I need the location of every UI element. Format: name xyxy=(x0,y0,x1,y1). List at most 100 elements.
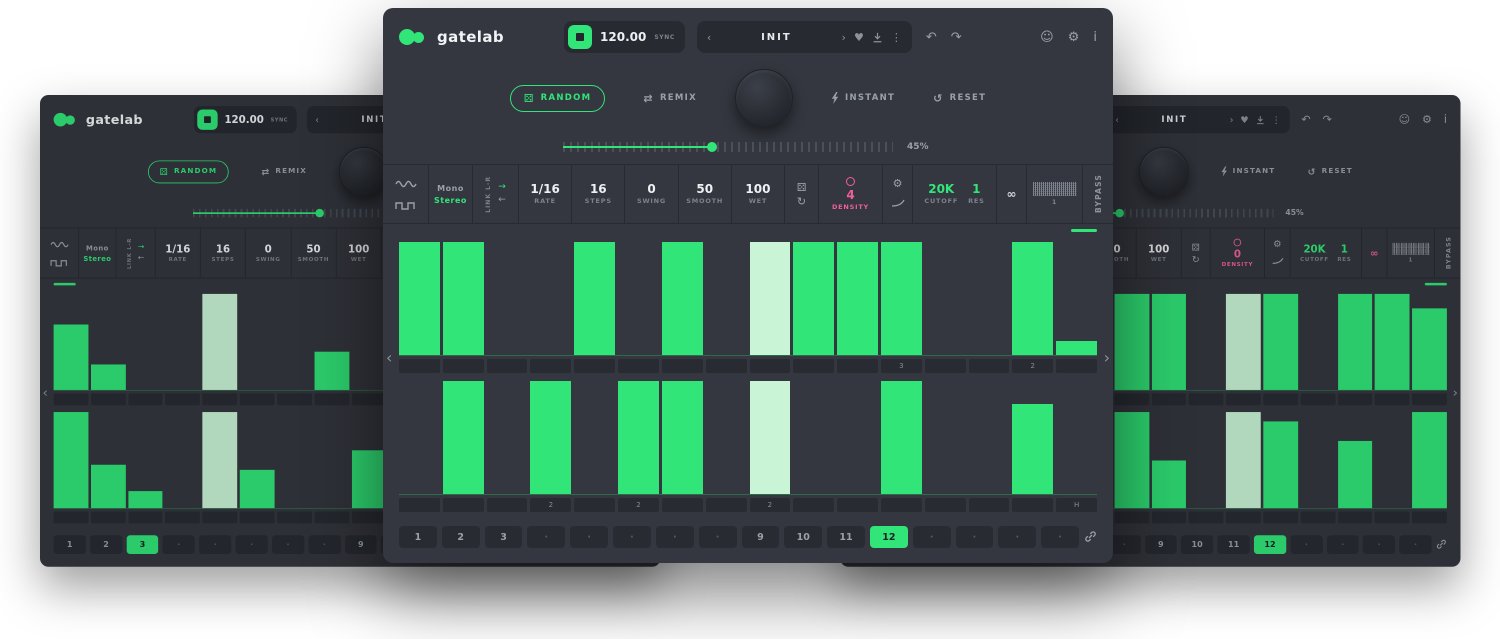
substep-cell[interactable] xyxy=(352,393,387,405)
step-column[interactable] xyxy=(750,381,791,494)
step-column[interactable] xyxy=(837,242,878,355)
param-cell-smooth[interactable]: 50SMOOTH xyxy=(679,165,732,223)
param-cell-wet[interactable]: 100WET xyxy=(1136,228,1181,277)
substep-cell[interactable] xyxy=(750,359,791,373)
step-button-5[interactable]: · xyxy=(570,526,608,548)
substep-cell[interactable] xyxy=(1412,512,1447,524)
step-button-14[interactable]: · xyxy=(956,526,994,548)
step-column[interactable] xyxy=(165,412,200,508)
step-column[interactable] xyxy=(1338,412,1373,508)
info-icon[interactable]: i xyxy=(1444,114,1447,125)
step-column[interactable] xyxy=(1114,412,1149,508)
step-column[interactable] xyxy=(1152,412,1187,508)
substep-cell[interactable] xyxy=(1152,393,1187,405)
step-button-8[interactable]: · xyxy=(1108,535,1140,554)
step-column[interactable] xyxy=(1300,294,1335,390)
substep-cell[interactable] xyxy=(881,498,922,512)
step-button-6[interactable]: · xyxy=(236,535,268,554)
step-column[interactable] xyxy=(1152,294,1187,390)
infinity-cell[interactable]: ∞ xyxy=(997,165,1027,223)
random-tools-cell[interactable]: ⚄↻ xyxy=(1182,228,1211,277)
step-column[interactable] xyxy=(706,242,747,355)
preset-menu-kebab-icon[interactable]: ⋮ xyxy=(1272,115,1281,124)
preset-next-icon[interactable]: › xyxy=(842,32,846,43)
preset-prev-icon[interactable]: ‹ xyxy=(707,32,711,43)
density-cell[interactable]: 4DENSITY xyxy=(819,165,883,223)
stereo-option[interactable]: Stereo xyxy=(83,254,111,262)
substep-cell[interactable] xyxy=(1189,512,1224,524)
substep-cell[interactable] xyxy=(793,498,834,512)
link-lr-cell[interactable]: LINK L-R→← xyxy=(473,165,519,223)
param-cell-rate[interactable]: 1/16RATE xyxy=(519,165,572,223)
link-steps-icon[interactable] xyxy=(1084,528,1097,547)
dice-icon[interactable]: ⚄ xyxy=(1192,242,1200,251)
step-column[interactable] xyxy=(128,294,163,390)
step-column[interactable] xyxy=(203,412,238,508)
step-column[interactable] xyxy=(706,381,747,494)
substep-cell[interactable] xyxy=(1338,512,1373,524)
substep-cell[interactable] xyxy=(443,359,484,373)
substep-cell[interactable] xyxy=(165,512,200,524)
bypass-cell[interactable]: BYPASS xyxy=(1435,228,1460,277)
substep-cell[interactable] xyxy=(128,512,163,524)
step-column[interactable] xyxy=(1300,412,1335,508)
step-column[interactable] xyxy=(1056,381,1097,494)
step-column[interactable] xyxy=(969,242,1010,355)
stop-button[interactable] xyxy=(568,25,592,49)
step-button-14[interactable]: · xyxy=(1327,535,1359,554)
substep-cell[interactable] xyxy=(54,393,89,405)
step-column[interactable] xyxy=(203,294,238,390)
step-column[interactable] xyxy=(750,242,791,355)
reset-button[interactable]: ↺RESET xyxy=(933,92,986,105)
step-column[interactable] xyxy=(925,381,966,494)
next-page-chevron[interactable]: › xyxy=(1104,348,1110,367)
step-button-1[interactable]: 1 xyxy=(54,535,86,554)
curve-icon[interactable] xyxy=(891,192,905,211)
step-column[interactable] xyxy=(881,381,922,494)
substep-cell[interactable] xyxy=(399,498,440,512)
step-button-11[interactable]: 11 xyxy=(827,526,865,548)
bypass-cell[interactable]: BYPASS xyxy=(1083,165,1113,223)
sync-label[interactable]: SYNC xyxy=(271,117,288,123)
step-column[interactable] xyxy=(443,381,484,494)
face-icon[interactable]: ☺ xyxy=(1399,114,1411,125)
infinity-icon[interactable]: ∞ xyxy=(1007,188,1017,200)
step-button-4[interactable]: · xyxy=(527,526,565,548)
step-button-13[interactable]: · xyxy=(913,526,951,548)
filter-cell[interactable]: 20KCUTOFF1RES xyxy=(1291,228,1362,277)
substep-cell[interactable] xyxy=(618,359,659,373)
instant-button[interactable]: INSTANT xyxy=(831,92,895,104)
step-column[interactable] xyxy=(443,242,484,355)
mono-option[interactable]: Mono xyxy=(86,244,109,252)
substep-cell[interactable]: 2 xyxy=(1012,359,1053,373)
curve-icon[interactable] xyxy=(1271,251,1283,267)
stereo-option[interactable]: Stereo xyxy=(434,196,467,205)
redo-icon[interactable]: ↷ xyxy=(1323,114,1332,125)
substep-cell[interactable] xyxy=(203,393,238,405)
substep-cell[interactable] xyxy=(443,498,484,512)
substep-cell[interactable] xyxy=(1375,512,1410,524)
step-button-7[interactable]: · xyxy=(272,535,304,554)
substep-cell[interactable] xyxy=(1056,359,1097,373)
prev-page-chevron[interactable]: ‹ xyxy=(386,348,392,367)
substep-cell[interactable] xyxy=(1114,393,1149,405)
waveform-cell[interactable] xyxy=(40,228,79,277)
substep-cell[interactable] xyxy=(277,512,312,524)
substep-cell[interactable] xyxy=(969,359,1010,373)
random-tools-cell[interactable]: ⚄↻ xyxy=(785,165,819,223)
step-column[interactable] xyxy=(240,294,275,390)
step-button-12[interactable]: 12 xyxy=(870,526,908,548)
step-column[interactable] xyxy=(277,294,312,390)
substep-cell[interactable]: 3 xyxy=(881,359,922,373)
save-download-icon[interactable] xyxy=(1256,112,1265,128)
filter-cell[interactable]: 20KCUTOFF1RES xyxy=(913,165,997,223)
substep-cell[interactable] xyxy=(530,359,571,373)
step-column[interactable] xyxy=(277,412,312,508)
step-column[interactable] xyxy=(352,412,387,508)
step-button-9[interactable]: 9 xyxy=(1145,535,1177,554)
slider-thumb[interactable] xyxy=(707,142,717,152)
step-button-8[interactable]: · xyxy=(308,535,340,554)
loop-icon[interactable]: ↻ xyxy=(1192,254,1200,263)
preset-menu-kebab-icon[interactable]: ⋮ xyxy=(891,32,902,43)
waveform-cell[interactable] xyxy=(383,165,429,223)
